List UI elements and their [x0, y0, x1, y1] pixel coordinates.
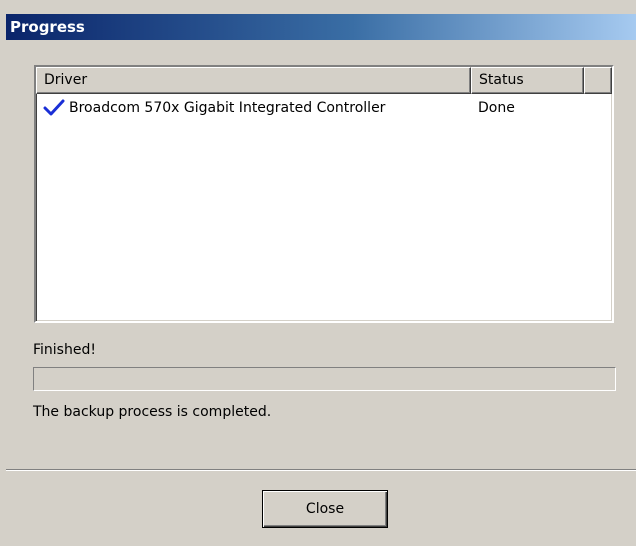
column-header-status[interactable]: Status	[471, 67, 584, 94]
separator	[6, 469, 636, 471]
column-header-filler	[584, 67, 612, 94]
close-button[interactable]: Close	[262, 490, 388, 528]
title-bar[interactable]: Progress	[6, 14, 636, 40]
check-icon	[43, 99, 65, 117]
column-header-driver[interactable]: Driver	[36, 67, 471, 94]
window-title: Progress	[10, 18, 85, 36]
completion-message: The backup process is completed.	[33, 404, 272, 420]
list-header: Driver Status	[36, 67, 612, 94]
progress-bar	[33, 367, 616, 391]
progress-status-label: Finished!	[33, 342, 96, 358]
progress-dialog: Progress Driver Status Broadcom 570x Gig…	[0, 0, 636, 546]
driver-list[interactable]: Driver Status Broadcom 570x Gigabit Inte…	[34, 65, 614, 323]
list-item[interactable]: Broadcom 570x Gigabit Integrated Control…	[36, 95, 612, 121]
driver-name: Broadcom 570x Gigabit Integrated Control…	[69, 100, 386, 116]
driver-status: Done	[478, 100, 515, 116]
